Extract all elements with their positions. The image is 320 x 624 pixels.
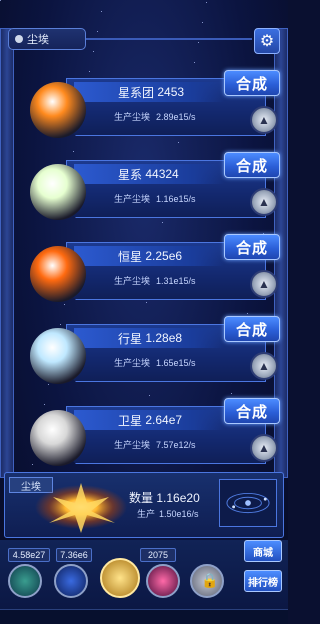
- arrow-up-icon: ▲: [258, 113, 270, 127]
- upgrade-button[interactable]: ▲: [250, 352, 278, 380]
- row-production-label: 生产尘埃: [114, 276, 151, 286]
- upgrade-button[interactable]: ▲: [250, 270, 278, 298]
- merge-row-galaxy: 星系 44324 生产尘埃 1.16e15/s 合成 ▲: [16, 152, 280, 232]
- dust-quantity: 数量 1.16e20: [129, 489, 200, 506]
- row-name-label: 星系: [118, 167, 143, 182]
- row-production: 生产尘埃 2.89e15/s: [114, 110, 202, 123]
- row-production-rate: 7.57e12/s: [156, 440, 196, 450]
- dust-icon: [15, 35, 23, 43]
- slot-locked[interactable]: 🔒: [190, 564, 224, 598]
- left-rail: [0, 28, 14, 478]
- gear-icon: ⚙: [259, 33, 275, 50]
- upgrade-button[interactable]: ▲: [250, 434, 278, 462]
- stat-gems: 2075: [140, 548, 176, 562]
- dust-production-label: 生产: [137, 509, 156, 519]
- row-production: 生产尘埃 7.57e12/s: [114, 438, 202, 451]
- row-name: 卫星 2.64e7: [74, 410, 224, 430]
- row-count: 2453: [157, 85, 185, 99]
- arrow-up-icon: ▲: [258, 359, 270, 373]
- merge-button[interactable]: 合成: [224, 152, 280, 178]
- star-dot: [101, 11, 102, 12]
- bottom-bar: 4.58e27 7.36e6 2075 🔒 商城 排行榜: [0, 540, 288, 624]
- galaxy-cluster-icon[interactable]: [16, 70, 96, 150]
- merge-button[interactable]: 合成: [224, 398, 280, 424]
- shop-button[interactable]: 商城: [244, 540, 282, 562]
- settings-button[interactable]: ⚙: [254, 28, 280, 54]
- row-count: 44324: [145, 167, 179, 181]
- row-name: 行星 1.28e8: [74, 328, 224, 348]
- footer-strip: [0, 609, 288, 624]
- star-dot: [194, 62, 195, 63]
- upgrade-button[interactable]: ▲: [250, 188, 278, 216]
- row-production-rate: 1.31e15/s: [156, 276, 196, 286]
- merge-button[interactable]: 合成: [224, 234, 280, 260]
- row-name-label: 卫星: [118, 413, 143, 428]
- upgrade-button[interactable]: ▲: [250, 106, 278, 134]
- row-count: 2.25e6: [145, 249, 183, 263]
- arrow-up-icon: ▲: [258, 195, 270, 209]
- arrow-up-icon: ▲: [258, 277, 270, 291]
- stat-dust-total: 4.58e27: [8, 548, 50, 562]
- row-production-label: 生产尘埃: [114, 112, 151, 122]
- merge-row-planet: 行星 1.28e8 生产尘埃 1.65e15/s 合成 ▲: [16, 316, 280, 396]
- row-count: 1.28e8: [145, 331, 183, 345]
- row-name-label: 恒星: [118, 249, 143, 264]
- row-name: 星系 44324: [74, 164, 224, 184]
- merge-row-star: 恒星 2.25e6 生产尘埃 1.31e15/s 合成 ▲: [16, 234, 280, 314]
- galaxy-icon[interactable]: [16, 152, 96, 232]
- planet-icon[interactable]: [16, 316, 96, 396]
- dust-quantity-label: 数量: [129, 491, 154, 505]
- row-production: 生产尘埃 1.65e15/s: [114, 356, 202, 369]
- slot-nebula[interactable]: [8, 564, 42, 598]
- star-dot: [202, 22, 203, 23]
- top-header: 尘埃 ⚙: [4, 28, 284, 54]
- rank-button[interactable]: 排行榜: [244, 570, 282, 592]
- header-divider: [86, 38, 252, 40]
- lock-icon: 🔒: [201, 572, 219, 588]
- dust-tab-label: 尘埃: [27, 34, 49, 46]
- dust-tab[interactable]: 尘埃: [8, 28, 86, 50]
- row-production-rate: 1.16e15/s: [156, 194, 196, 204]
- merge-button[interactable]: 合成: [224, 316, 280, 342]
- merge-button[interactable]: 合成: [224, 70, 280, 96]
- row-production-rate: 1.65e15/s: [156, 358, 196, 368]
- star-dot: [0, 0, 1, 1]
- stat-coins: 7.36e6: [56, 548, 92, 562]
- row-production-label: 生产尘埃: [114, 440, 151, 450]
- row-production-label: 生产尘埃: [114, 194, 151, 204]
- slot-pink-orb[interactable]: [146, 564, 180, 598]
- row-name: 恒星 2.25e6: [74, 246, 224, 266]
- row-name: 星系团 2453: [74, 82, 224, 102]
- dust-production-rate: 1.50e16/s: [159, 509, 199, 519]
- row-production-label: 生产尘埃: [114, 358, 151, 368]
- row-production-rate: 2.89e15/s: [156, 112, 196, 122]
- dust-panel: 尘埃 数量 1.16e20 生产 1.50e16/s: [4, 472, 284, 538]
- slot-lightning[interactable]: [54, 564, 88, 598]
- arrow-up-icon: ▲: [258, 441, 270, 455]
- row-production: 生产尘埃 1.31e15/s: [114, 274, 202, 287]
- row-name-label: 行星: [118, 331, 143, 346]
- slot-golden-core[interactable]: [100, 558, 140, 598]
- row-production: 生产尘埃 1.16e15/s: [114, 192, 202, 205]
- star-dot: [206, 2, 207, 3]
- dust-quantity-value: 1.16e20: [156, 491, 200, 505]
- galaxy-map-button[interactable]: [219, 479, 277, 527]
- moon-icon[interactable]: [16, 398, 96, 478]
- merge-row-galaxy-cluster: 星系团 2453 生产尘埃 2.89e15/s 合成 ▲: [16, 70, 280, 150]
- supernova-icon: [35, 483, 127, 533]
- dust-production: 生产 1.50e16/s: [137, 507, 203, 520]
- row-count: 2.64e7: [145, 413, 183, 427]
- merge-row-moon: 卫星 2.64e7 生产尘埃 7.57e12/s 合成 ▲: [16, 398, 280, 478]
- row-name-label: 星系团: [118, 85, 155, 100]
- star-icon[interactable]: [16, 234, 96, 314]
